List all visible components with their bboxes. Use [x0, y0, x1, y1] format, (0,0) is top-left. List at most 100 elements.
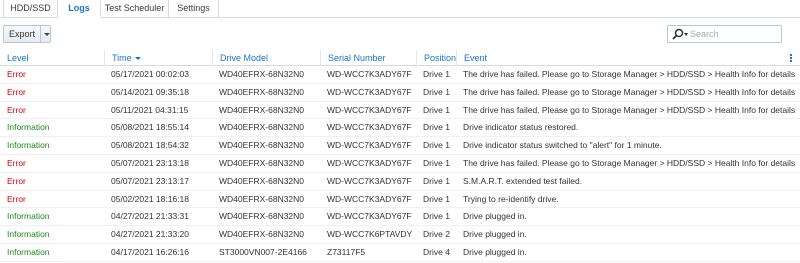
level-cell: Error — [7, 193, 26, 204]
serial-number-cell: WD-WCC7K3ADY67F — [327, 69, 412, 79]
event-cell: Drive plugged in. — [463, 246, 527, 257]
time-cell: 05/07/2021 23:13:17 — [111, 175, 189, 186]
table-row[interactable]: Error 05/14/2021 09:35:18 WD40EFRX-68N32N0… — [0, 84, 800, 102]
table-row[interactable]: Error 05/07/2021 23:13:17 WD40EFRX-68N32N0… — [0, 173, 800, 191]
table-row[interactable]: Information 05/08/2021 18:55:14 WD40EFRX-6… — [0, 119, 800, 138]
sort-descending-icon — [134, 57, 141, 60]
level-cell: Information — [7, 246, 50, 257]
time-cell: 04/27/2021 21:33:20 — [111, 229, 189, 240]
drive-model-cell: ST3000VN007-2E4166 — [219, 246, 307, 257]
drive-model-cell: WD40EFRX-68N32N0 — [219, 193, 305, 204]
position-cell: Drive 1 — [423, 211, 450, 222]
serial-number-cell: WD-WCC7K6PTAVDY — [327, 229, 413, 240]
serial-number-cell: WD-WCC7K3ADY67F — [327, 211, 412, 222]
table-row[interactable]: Error 05/17/2021 00:02:03 WD40EFRX-68N32N0… — [0, 66, 800, 84]
serial-number-cell: WD-WCC7K3ADY67F — [327, 86, 412, 97]
serial-number-cell: Z73117F5 — [327, 246, 366, 257]
table-row[interactable]: Information 04/27/2021 21:33:20 WD40EFRX-6… — [0, 226, 800, 244]
drive-model-cell: WD40EFRX-68N32N0 — [219, 122, 305, 133]
table-body: Error 05/17/2021 00:02:03 WD40EFRX-68N32N0… — [0, 66, 800, 262]
event-cell: Drive indicator status switched to "aler… — [463, 140, 662, 151]
table-row[interactable]: Information 05/08/2021 18:54:32 WD40EFRX-6… — [0, 137, 800, 155]
level-cell: Error — [7, 69, 26, 79]
level-cell: Information — [7, 211, 50, 222]
time-cell: 05/17/2021 00:02:03 — [111, 69, 189, 79]
event-cell: The drive has failed. Please go to Stora… — [463, 157, 796, 168]
event-cell: Trying to re-identify drive. — [463, 193, 559, 204]
export-split-button: Export — [3, 25, 51, 43]
event-cell: Drive plugged in. — [463, 229, 527, 240]
serial-number-cell: WD-WCC7K3ADY67F — [327, 175, 412, 186]
position-cell: Drive 1 — [423, 157, 450, 168]
event-cell: The drive has failed. Please go to Stora… — [463, 104, 796, 115]
drive-model-cell: WD40EFRX-68N32N0 — [219, 69, 305, 79]
table-row[interactable]: Information 04/27/2021 21:33:31 WD40EFRX-6… — [0, 208, 800, 227]
column-header-event[interactable]: Event — [456, 50, 786, 66]
tab-bar: HDD/SSD Logs Test Scheduler Settings — [0, 0, 800, 18]
position-cell: Drive 1 — [423, 69, 450, 79]
time-cell: 05/14/2021 09:35:18 — [111, 86, 189, 97]
level-cell: Error — [7, 86, 26, 97]
position-cell: Drive 1 — [423, 193, 450, 204]
time-cell: 05/08/2021 18:54:32 — [111, 140, 189, 151]
search-box — [667, 25, 782, 43]
table-row[interactable]: Error 05/07/2021 23:13:18 WD40EFRX-68N32N0… — [0, 155, 800, 173]
position-cell: Drive 4 — [423, 246, 450, 257]
table-header: Level Time Drive Model Serial Number Pos… — [0, 50, 800, 66]
time-cell: 05/08/2021 18:55:14 — [111, 122, 189, 133]
column-header-level[interactable]: Level — [0, 50, 104, 66]
search-icon[interactable] — [672, 28, 684, 40]
column-header-position[interactable]: Position — [416, 50, 456, 66]
table-row[interactable]: Error 05/02/2021 18:16:18 WD40EFRX-68N32N0… — [0, 191, 800, 209]
drive-model-cell: WD40EFRX-68N32N0 — [219, 157, 305, 168]
event-cell: The drive has failed. Please go to Stora… — [463, 69, 796, 79]
position-cell: Drive 1 — [423, 86, 450, 97]
level-cell: Information — [7, 229, 50, 240]
export-button[interactable]: Export — [4, 26, 40, 42]
drive-model-cell: WD40EFRX-68N32N0 — [219, 86, 305, 97]
table-row[interactable]: Error 05/11/2021 04:31:15 WD40EFRX-68N32N0… — [0, 102, 800, 120]
position-cell: Drive 1 — [423, 140, 450, 151]
column-header-drive-model[interactable]: Drive Model — [212, 50, 320, 66]
level-cell: Information — [7, 140, 50, 151]
position-cell: Drive 1 — [423, 122, 450, 133]
search-options-caret-icon[interactable] — [684, 33, 688, 36]
serial-number-cell: WD-WCC7K3ADY67F — [327, 193, 412, 204]
time-cell: 04/27/2021 21:33:31 — [111, 211, 189, 222]
serial-number-cell: WD-WCC7K3ADY67F — [327, 157, 412, 168]
column-header-serial-number[interactable]: Serial Number — [320, 50, 416, 66]
time-cell: 05/02/2021 18:16:18 — [111, 193, 189, 204]
level-cell: Error — [7, 157, 26, 168]
drive-model-cell: WD40EFRX-68N32N0 — [219, 140, 305, 151]
level-cell: Error — [7, 104, 26, 115]
time-cell: 05/07/2021 23:13:18 — [111, 157, 189, 168]
position-cell: Drive 2 — [423, 229, 450, 240]
tab-logs[interactable]: Logs — [58, 0, 101, 18]
time-cell: 05/11/2021 04:31:15 — [111, 104, 189, 115]
event-cell: The drive has failed. Please go to Stora… — [463, 86, 796, 97]
tab-settings[interactable]: Settings — [169, 0, 219, 18]
log-table: Level Time Drive Model Serial Number Pos… — [0, 50, 800, 262]
level-cell: Error — [7, 175, 26, 186]
event-cell: S.M.A.R.T. extended test failed. — [463, 175, 583, 186]
position-cell: Drive 1 — [423, 175, 450, 186]
time-cell: 04/17/2021 16:26:16 — [111, 246, 189, 257]
drive-model-cell: WD40EFRX-68N32N0 — [219, 175, 305, 186]
export-dropdown-arrow[interactable] — [40, 26, 51, 42]
event-cell: Drive indicator status restored. — [463, 122, 579, 133]
tab-hdd-ssd[interactable]: HDD/SSD — [3, 0, 58, 18]
table-row[interactable]: Information 04/17/2021 16:26:16 ST3000VN00… — [0, 244, 800, 262]
column-header-time-label: Time — [112, 53, 132, 63]
column-menu-icon[interactable] — [786, 53, 796, 63]
drive-model-cell: WD40EFRX-68N32N0 — [219, 211, 305, 222]
tab-test-scheduler[interactable]: Test Scheduler — [101, 0, 169, 18]
drive-model-cell: WD40EFRX-68N32N0 — [219, 104, 305, 115]
column-header-time[interactable]: Time — [104, 50, 212, 66]
drive-model-cell: WD40EFRX-68N32N0 — [219, 229, 305, 240]
position-cell: Drive 1 — [423, 104, 450, 115]
level-cell: Information — [7, 122, 50, 133]
serial-number-cell: WD-WCC7K3ADY67F — [327, 122, 412, 133]
serial-number-cell: WD-WCC7K3ADY67F — [327, 104, 412, 115]
search-input[interactable] — [690, 27, 778, 41]
event-cell: Drive plugged in. — [463, 211, 527, 222]
